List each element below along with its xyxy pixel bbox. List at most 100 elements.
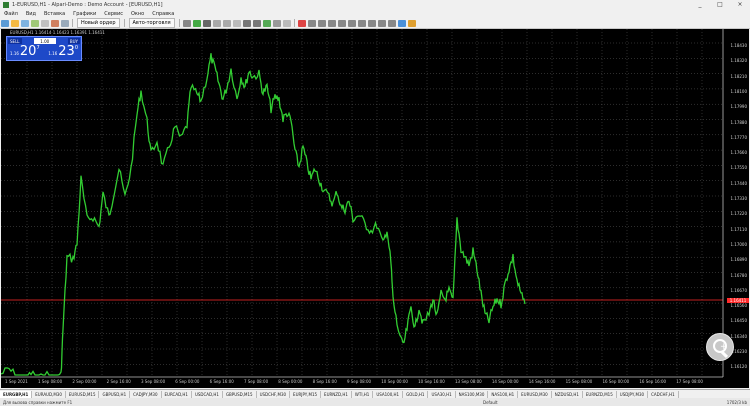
- vertical-line-icon[interactable]: [317, 19, 326, 27]
- menu-tools[interactable]: Сервис: [100, 11, 127, 17]
- magnifier-icon: +: [713, 339, 728, 353]
- price-axis-label: 1.16780: [730, 272, 747, 278]
- maximize-button[interactable]: □: [710, 0, 730, 9]
- title-bar: 1-EURUSD,H1 - Alpari-Demo : Demo Account…: [0, 0, 750, 9]
- time-axis-label: 9 Sep 08:00: [346, 379, 372, 384]
- sell-price-prefix: 1.16: [10, 51, 19, 56]
- chart-shift-icon[interactable]: [252, 19, 261, 27]
- price-axis-label: 1.16890: [730, 257, 747, 263]
- autoscroll-icon[interactable]: [242, 19, 251, 27]
- time-axis-label: 10 Sep 00:00: [381, 379, 408, 384]
- menu-insert[interactable]: Вставка: [40, 11, 69, 17]
- price-axis-label: 1.16450: [730, 318, 747, 324]
- time-axis-label: 13 Sep 08:00: [455, 379, 482, 384]
- price-axis-label: 1.18430: [730, 43, 747, 48]
- window-title: 1-EURUSD,H1 - Alpari-Demo : Demo Account…: [12, 1, 163, 8]
- tile-windows-icon[interactable]: [232, 19, 241, 27]
- time-axis-label: 6 Sep 00:00: [175, 379, 200, 384]
- buy-price[interactable]: 1.16230: [48, 45, 78, 59]
- market-watch-icon[interactable]: [21, 19, 29, 27]
- price-axis-label: 1.18210: [730, 73, 747, 79]
- menu-help[interactable]: Справка: [148, 11, 178, 17]
- close-button[interactable]: ×: [730, 0, 750, 9]
- periods-icon[interactable]: [272, 19, 281, 27]
- new-chart-icon[interactable]: [1, 19, 9, 27]
- crosshair-icon[interactable]: [307, 19, 316, 27]
- new-order-button[interactable]: Новый ордер: [77, 18, 120, 28]
- templates-icon[interactable]: [282, 19, 291, 27]
- time-axis-label: 3 Sep 08:00: [140, 379, 166, 384]
- menu-charts[interactable]: Графики: [69, 11, 100, 17]
- menu-window[interactable]: Окно: [127, 11, 148, 17]
- lot-size-input[interactable]: 1.00: [33, 38, 56, 44]
- navigator-icon[interactable]: [41, 19, 49, 27]
- price-axis-label: 1.18320: [730, 58, 747, 64]
- label-tool-icon[interactable]: [377, 19, 386, 27]
- zoom-in-icon[interactable]: [212, 19, 221, 27]
- zoom-out-icon[interactable]: [222, 19, 231, 27]
- toolbar-separator: [293, 19, 295, 27]
- price-axis-label: 1.17770: [730, 134, 747, 140]
- menu-file[interactable]: Файл: [0, 11, 22, 17]
- price-axis-label: 1.16670: [730, 287, 747, 293]
- sell-price-big: 20: [19, 44, 37, 59]
- toolbar-separator: [72, 19, 73, 27]
- price-axis-label: 1.17440: [730, 180, 747, 186]
- time-axis-label: 1 Sep 08:00: [37, 379, 63, 384]
- time-axis-label: 6 Sep 16:00: [209, 379, 234, 384]
- trendline-icon[interactable]: [337, 19, 346, 27]
- time-axis: 1 Sep 2021 1 Sep 08:00 2 Sep 00:00 2 Sep 16…: [1, 379, 707, 387]
- price-axis-label: 1.17000: [730, 241, 747, 247]
- profiles-icon[interactable]: [11, 19, 19, 27]
- line-chart-icon[interactable]: [202, 19, 211, 27]
- cursor-icon[interactable]: [297, 19, 306, 27]
- channel-icon[interactable]: [347, 19, 356, 27]
- metaeditor-icon[interactable]: [397, 19, 406, 27]
- time-axis-label: 16 Sep 00:00: [602, 379, 630, 384]
- price-axis-label: 1.16560: [730, 303, 747, 309]
- current-price-tag: 1.16411: [727, 297, 749, 303]
- toolbar: Новый ордер Авто-торговля: [0, 18, 750, 29]
- toolbar-separator: [123, 19, 125, 27]
- options-icon[interactable]: [407, 19, 416, 27]
- buy-price-big: 23: [58, 44, 75, 59]
- time-axis-label: 2 Sep 00:00: [72, 379, 97, 384]
- minimize-button[interactable]: _: [690, 0, 710, 9]
- menu-view[interactable]: Вид: [22, 11, 40, 17]
- tester-icon[interactable]: [61, 19, 69, 27]
- chart-title: EURUSD,H1 1.16414 1.16423 1.16391 1.1641…: [10, 30, 105, 35]
- time-axis-label: 8 Sep 00:00: [278, 379, 303, 384]
- buy-price-prefix: 1.16: [48, 51, 58, 56]
- price-axis-label: 1.17550: [730, 165, 747, 171]
- status-bar: Для вызова справки нажмите F1 Default 17…: [0, 398, 750, 406]
- buy-price-pip: 0: [74, 45, 78, 51]
- one-click-trading-panel: SELL 1.00 BUY 1.16207 1.16230: [6, 36, 82, 61]
- sell-price-pip: 7: [36, 45, 40, 51]
- time-axis-label: 8 Sep 16:00: [312, 379, 337, 384]
- bar-chart-icon[interactable]: [182, 19, 191, 27]
- price-axis-label: 1.16340: [730, 333, 747, 339]
- status-traffic: 1702/3 kb: [726, 399, 747, 405]
- status-profile: Default: [483, 399, 498, 405]
- price-chart[interactable]: EURUSD,H1 1.16414 1.16423 1.16391 1.1641…: [1, 29, 749, 388]
- fibonacci-icon[interactable]: [357, 19, 366, 27]
- terminal-icon[interactable]: [51, 19, 59, 27]
- price-axis-label: 1.17880: [730, 119, 747, 125]
- toolbar-separator: [178, 19, 180, 27]
- price-axis-label: 1.16120: [730, 364, 747, 370]
- magnifier-zoom-button[interactable]: +: [706, 333, 734, 361]
- time-axis-label: 1 Sep 2021: [5, 379, 28, 384]
- candlestick-icon[interactable]: [192, 19, 201, 27]
- arrow-tool-icon[interactable]: [387, 19, 396, 27]
- time-axis-label: 17 Sep 08:00: [676, 379, 703, 384]
- price-axis-label: 1.17990: [730, 104, 747, 110]
- time-axis-label: 2 Sep 16:00: [106, 379, 131, 384]
- time-axis-label: 14 Sep 00:00: [491, 379, 519, 384]
- sell-price[interactable]: 1.16207: [10, 45, 40, 59]
- indicators-icon[interactable]: [262, 19, 271, 27]
- autotrading-button[interactable]: Авто-торговля: [128, 18, 175, 28]
- time-axis-label: 7 Sep 08:00: [243, 379, 269, 384]
- horizontal-line-icon[interactable]: [327, 19, 336, 27]
- text-tool-icon[interactable]: [367, 19, 376, 27]
- data-window-icon[interactable]: [31, 19, 39, 27]
